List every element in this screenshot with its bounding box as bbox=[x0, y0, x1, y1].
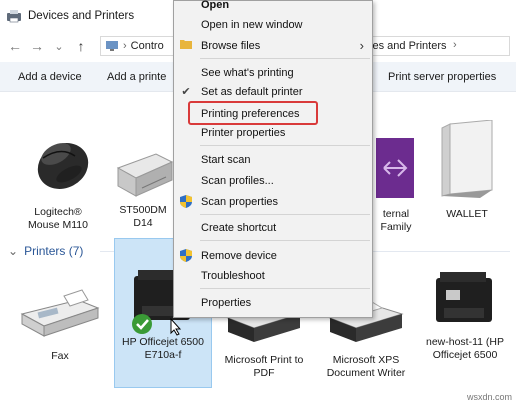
printers-section-title: Printers (7) bbox=[24, 244, 84, 258]
print-server-properties-button[interactable]: Print server properties bbox=[388, 71, 496, 83]
device-label: ternal Family bbox=[380, 208, 412, 233]
menu-item-open-new-window[interactable]: Open in new window bbox=[174, 15, 372, 35]
device-wallet-drive[interactable]: WALLET bbox=[428, 119, 506, 221]
shield-icon bbox=[179, 195, 193, 209]
menu-item-printer-properties[interactable]: Printer properties bbox=[174, 123, 372, 143]
fax-icon bbox=[20, 289, 100, 337]
printer-label: HP Officejet 6500 E710a-f bbox=[122, 336, 204, 361]
printers-section-header[interactable]: ⌄ Printers (7) bbox=[8, 244, 83, 258]
menu-item-properties[interactable]: Properties bbox=[174, 293, 372, 313]
devices-and-printers-window: Devices and Printers ← → ⌄ ↑ › Contro ce… bbox=[0, 0, 516, 404]
menu-item-browse-files[interactable]: Browse files › bbox=[174, 36, 372, 56]
printer-label: new-host-11 (HP Officejet 6500 bbox=[425, 336, 504, 361]
collapse-chevron-icon[interactable]: ⌄ bbox=[8, 244, 18, 258]
devices-printers-app-icon bbox=[7, 10, 21, 23]
printer-label: Microsoft XPS Document Writer bbox=[326, 354, 406, 379]
breadcrumb-devices-and-printers[interactable]: ces and Printers bbox=[367, 40, 446, 52]
back-arrow-icon[interactable]: ← bbox=[8, 38, 22, 54]
control-panel-icon bbox=[106, 41, 118, 51]
drive-icon bbox=[116, 153, 174, 197]
menu-item-scan-profiles[interactable]: Scan profiles... bbox=[174, 171, 372, 191]
printer-icon bbox=[436, 272, 492, 322]
menu-item-troubleshoot[interactable]: Troubleshoot bbox=[174, 266, 372, 286]
menu-item-set-default-printer[interactable]: ✔ Set as default printer bbox=[174, 82, 372, 102]
wallet-drive-icon bbox=[441, 119, 493, 198]
menu-item-start-scan[interactable]: Start scan bbox=[174, 150, 372, 170]
printer-new-host-11[interactable]: new-host-11 (HP Officejet 6500 bbox=[420, 268, 510, 362]
shield-icon bbox=[179, 249, 193, 263]
printer-fax[interactable]: Fax bbox=[18, 286, 102, 363]
add-device-button[interactable]: Add a device bbox=[18, 71, 82, 83]
mouse-icon bbox=[37, 143, 89, 189]
menu-item-open[interactable]: Open bbox=[174, 0, 372, 15]
window-title: Devices and Printers bbox=[28, 10, 135, 22]
device-external-drive[interactable]: ternal Family bbox=[368, 138, 424, 234]
menu-item-see-whats-printing[interactable]: See what's printing bbox=[174, 63, 372, 83]
device-logitech-mouse[interactable]: Logitech® Mouse M110 bbox=[18, 128, 98, 232]
menu-separator bbox=[200, 288, 370, 289]
device-st500dm-drive[interactable]: ST500DM D14 bbox=[112, 150, 174, 230]
check-mark-icon: ✔ bbox=[181, 86, 191, 98]
printer-label: Fax bbox=[51, 350, 69, 362]
device-label: ST500DM D14 bbox=[119, 204, 167, 229]
context-menu: Open Open in new window Browse files › S… bbox=[173, 0, 373, 318]
folder-icon bbox=[179, 39, 193, 53]
menu-item-scan-properties[interactable]: Scan properties bbox=[174, 192, 372, 212]
forward-arrow-icon[interactable]: → bbox=[30, 38, 44, 54]
device-label: WALLET bbox=[446, 208, 488, 220]
menu-item-create-shortcut[interactable]: Create shortcut bbox=[174, 218, 372, 238]
menu-separator bbox=[200, 58, 370, 59]
menu-separator bbox=[200, 240, 370, 241]
mouse-cursor-icon bbox=[170, 318, 182, 336]
menu-item-remove-device[interactable]: Remove device bbox=[174, 246, 372, 266]
menu-separator bbox=[200, 145, 370, 146]
submenu-arrow-icon: › bbox=[359, 38, 364, 53]
watermark-text: wsxdn.com bbox=[467, 392, 513, 402]
up-arrow-icon[interactable]: ↑ bbox=[74, 38, 88, 54]
device-label: Logitech® Mouse M110 bbox=[28, 206, 88, 231]
menu-separator bbox=[200, 214, 370, 215]
add-printer-button[interactable]: Add a printe bbox=[107, 71, 166, 83]
breadcrumb-chevron-icon[interactable]: › bbox=[453, 39, 457, 51]
external-drive-icon bbox=[376, 138, 414, 198]
breadcrumb-separator: › bbox=[123, 40, 127, 52]
printer-label: Microsoft Print to PDF bbox=[224, 354, 304, 379]
recent-locations-icon[interactable]: ⌄ bbox=[52, 40, 66, 53]
highlight-annotation-box bbox=[188, 101, 318, 125]
breadcrumb-control-panel[interactable]: Contro bbox=[131, 40, 164, 52]
